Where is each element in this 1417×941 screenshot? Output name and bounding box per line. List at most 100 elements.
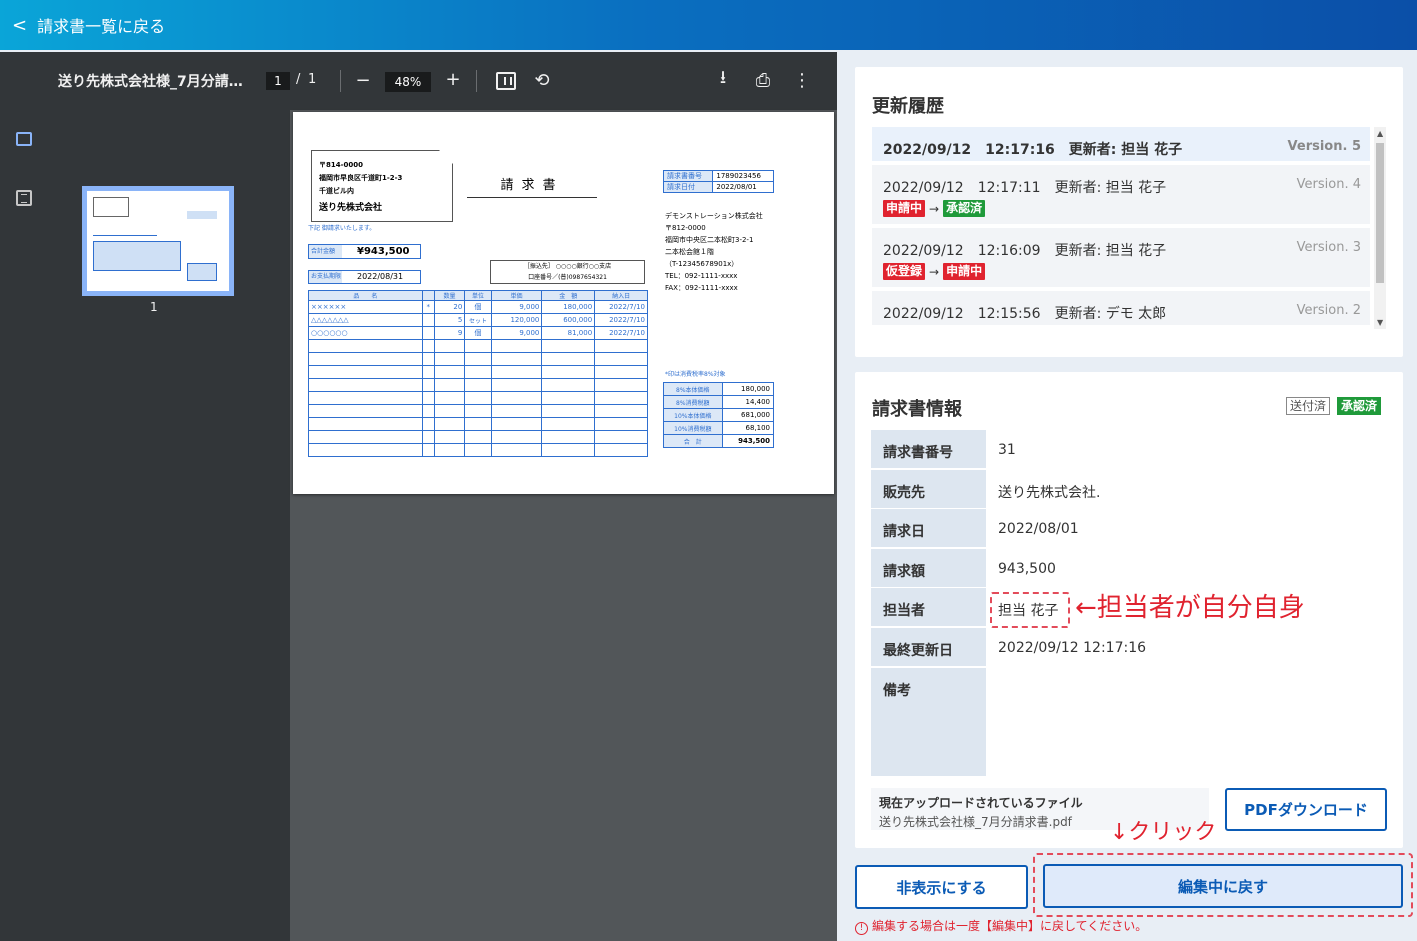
item-row-empty: [308, 365, 648, 379]
col-header: 単価: [490, 290, 543, 301]
summary-value: 14,400: [721, 395, 775, 409]
scrollbar-thumb[interactable]: [1376, 143, 1384, 283]
due-box: お支払期限 2022/08/31: [308, 270, 421, 284]
revert-to-editing-button[interactable]: 編集中に戻す: [1043, 864, 1403, 908]
history-meta: 2022/09/12 12:17:16 更新者: 担当 花子: [883, 142, 1183, 158]
item-row-empty: [308, 339, 648, 353]
item-cell: ○○○○○○: [308, 326, 423, 340]
info-value: 2022/09/12 12:17:16: [998, 640, 1147, 656]
status-badge-to: 申請中: [943, 263, 986, 280]
info-row-updated: 最終更新日 2022/09/12 12:17:16: [871, 628, 1385, 666]
tax-note: *印は消費税率8%対象: [665, 371, 726, 378]
thumbnail-page-label: 1: [150, 300, 158, 314]
viewer-sidebar: 1: [0, 110, 290, 941]
info-label: 請求日: [871, 509, 986, 547]
item-cell: 2022/7/10: [594, 300, 648, 314]
click-annotation: ↓クリック: [1110, 820, 1217, 845]
history-meta: 2022/09/12 12:16:09 更新者: 担当 花子: [883, 243, 1167, 259]
item-row-empty: [308, 404, 648, 418]
sender-line: 〒812-0000: [665, 224, 706, 232]
info-value: 2022/08/01: [998, 521, 1079, 537]
zoom-in-button[interactable]: +: [442, 66, 464, 92]
page-separator: /: [296, 72, 301, 87]
info-label: 販売先: [871, 470, 986, 508]
item-row-empty: [308, 352, 648, 366]
invoice-date-label: 請求日付: [662, 181, 714, 193]
outline-view-icon[interactable]: [16, 190, 32, 206]
history-item[interactable]: 2022/09/12 12:16:09 更新者: 担当 花子 Version. …: [872, 228, 1370, 291]
item-cell: セット: [464, 313, 492, 327]
history-title: 更新履歴: [872, 96, 944, 117]
scroll-up-icon[interactable]: ▲: [1377, 129, 1383, 138]
history-version: Version. 3: [1296, 240, 1361, 255]
more-options-icon[interactable]: ⋮: [793, 68, 811, 92]
info-row-amount: 請求額 943,500: [871, 549, 1385, 587]
pdf-download-button[interactable]: PDFダウンロード: [1225, 788, 1387, 831]
info-value: 担当 花子: [990, 592, 1070, 628]
hide-button[interactable]: 非表示にする: [855, 865, 1028, 909]
summary-label: 8%消費税額: [663, 395, 723, 409]
summary-value: 180,000: [721, 382, 775, 396]
history-item[interactable]: 2022/09/12 12:17:11 更新者: 担当 花子 Version. …: [872, 165, 1370, 228]
item-row: ×××××× * 20 個 9,000 180,000 2022/7/10: [308, 300, 648, 314]
status-badge-from: 申請中: [883, 200, 926, 217]
download-icon[interactable]: ⭳: [712, 67, 734, 92]
info-title: 請求書情報: [872, 399, 962, 420]
status-change: 仮登録 → 申請中: [883, 263, 986, 280]
top-bar: < 請求書一覧に戻る: [0, 0, 1417, 50]
status-badge-from: 仮登録: [883, 263, 926, 280]
summary-value: 681,000: [721, 408, 775, 422]
col-header: 品 名: [308, 290, 423, 301]
warning-icon: !: [855, 922, 868, 935]
zoom-out-button[interactable]: −: [352, 68, 374, 92]
viewer-toolbar: 送り先株式会社様_7月分請… 1 / 1 − 48% + ⟲ ⭳ ⎙ ⋮: [0, 52, 837, 110]
history-version: Version. 4: [1296, 177, 1361, 192]
summary-label: 10%本体価格: [663, 408, 723, 422]
print-icon[interactable]: ⎙: [752, 68, 774, 92]
info-row-note: 備考: [871, 668, 1385, 776]
arrow-right-icon: →: [929, 264, 940, 279]
due-label: お支払期限: [309, 271, 342, 283]
item-cell: [421, 313, 435, 327]
viewer-doc-title: 送り先株式会社様_7月分請…: [58, 74, 243, 90]
menu-icon[interactable]: [14, 72, 34, 88]
summary-value: 68,100: [721, 421, 775, 435]
invoice-date: 2022/08/01: [712, 181, 774, 193]
thumbnail-view-icon[interactable]: [16, 132, 32, 146]
item-cell: [421, 326, 435, 340]
greeting: 下記 御請求いたします。: [308, 225, 376, 232]
recipient-address1: 福岡市早良区千道町1-2-3: [319, 174, 403, 182]
item-cell: 9,000: [490, 300, 543, 314]
history-version: Version. 5: [1287, 139, 1361, 154]
summary-value: 943,500: [721, 434, 775, 448]
summary-label: 10%消費税額: [663, 421, 723, 435]
zoom-level-input[interactable]: 48%: [385, 72, 431, 92]
history-version: Version. 2: [1296, 303, 1361, 318]
page-number-input[interactable]: 1: [266, 72, 290, 90]
pdf-viewer: 送り先株式会社様_7月分請… 1 / 1 − 48% + ⟲ ⭳ ⎙ ⋮ 1 〒…: [0, 52, 837, 941]
history-item[interactable]: 2022/09/12 12:15:56 更新者: デモ 太郎 Version. …: [872, 291, 1370, 329]
item-cell: 120,000: [490, 313, 543, 327]
rotate-icon[interactable]: ⟲: [531, 68, 553, 92]
summary-label: 合 計: [663, 434, 723, 448]
sent-status-badge: 送付済: [1286, 397, 1331, 415]
bank-line: ［振込先］ ○○○○銀行○○支店: [523, 263, 612, 270]
item-cell: *: [421, 300, 435, 314]
back-to-list-link[interactable]: < 請求書一覧に戻る: [12, 13, 165, 37]
item-row-empty: [308, 391, 648, 405]
info-label: 担当者: [871, 588, 986, 626]
scroll-down-icon[interactable]: ▼: [1377, 318, 1383, 327]
invoice-page: 〒814-0000 福岡市早良区千道町1-2-3 千道ビル内 送り先株式会社 請…: [293, 112, 834, 494]
fit-page-icon[interactable]: [496, 72, 516, 90]
page-thumbnail[interactable]: [82, 186, 234, 296]
item-cell: 2022/7/10: [594, 326, 648, 340]
file-label: 現在アップロードされているファイル: [879, 796, 1083, 810]
history-item[interactable]: 2022/09/12 12:17:16 更新者: 担当 花子 Version. …: [872, 127, 1370, 165]
total-amount: ¥943,500: [357, 246, 410, 257]
history-scrollbar[interactable]: ▲ ▼: [1374, 127, 1386, 329]
toolbar-divider: [340, 70, 341, 92]
warning-text: 編集する場合は一度【編集中】に戻してください。: [872, 919, 1148, 933]
item-row-empty: [308, 378, 648, 392]
summary-table: 8%本体価格 180,000 8%消費税額 14,400 10%本体価格 681,00…: [663, 382, 775, 448]
item-row: △△△△△△△ 5 セット 120,000 600,000 2022/7/10: [308, 313, 648, 327]
